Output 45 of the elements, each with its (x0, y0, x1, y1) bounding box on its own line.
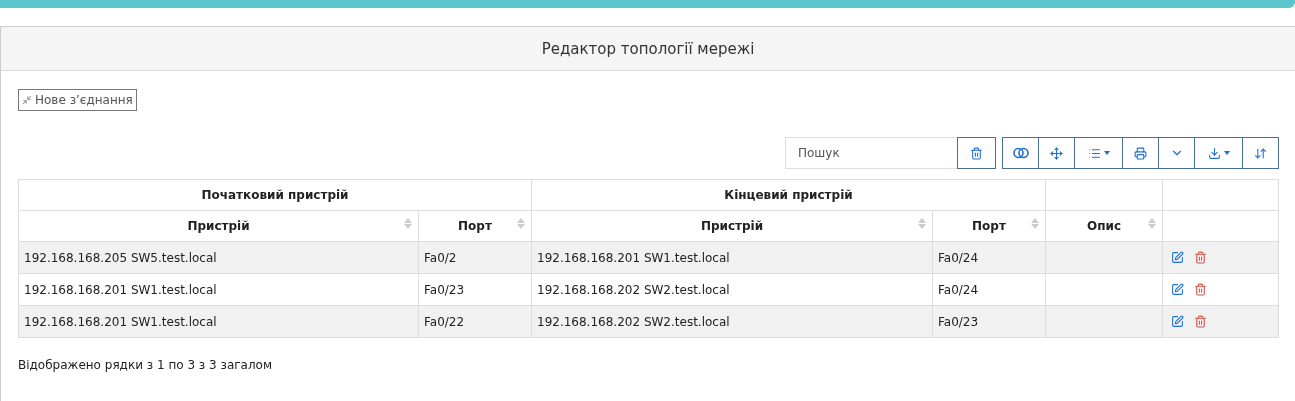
shrink-icon (22, 95, 32, 105)
edit-icon[interactable] (1171, 251, 1184, 264)
table-cell: Fa0/24 (932, 241, 1046, 274)
expand-button[interactable] (1158, 137, 1195, 169)
pagination-info: Відображено рядки з 1 по 3 з 3 загалом (18, 358, 273, 372)
table-cell: 192.168.168.202 SW2.test.local (531, 305, 933, 338)
print-button[interactable] (1122, 137, 1159, 169)
download-icon (1207, 146, 1221, 160)
new-link-button[interactable]: Нове з’єднання (18, 89, 137, 111)
circles-icon (1012, 147, 1029, 159)
toggle-button[interactable] (1002, 137, 1039, 169)
move-icon (1050, 146, 1063, 160)
edit-icon[interactable] (1171, 283, 1184, 296)
table-cell: 192.168.168.205 SW5.test.local (18, 241, 419, 274)
group-header: Початковий пристрій (18, 179, 532, 211)
delete-button[interactable] (957, 137, 996, 169)
move-button[interactable] (1038, 137, 1075, 169)
table-cell: Fa0/22 (418, 305, 532, 338)
column-header[interactable]: Пристрій (18, 210, 419, 242)
table-cell: Fa0/2 (418, 241, 532, 274)
delete-icon[interactable] (1194, 283, 1207, 296)
search-field[interactable]: Пошук (785, 137, 958, 169)
table-cell: Fa0/24 (932, 273, 1046, 306)
column-header[interactable]: Пристрій (531, 210, 933, 242)
export-button[interactable] (1194, 137, 1243, 169)
group-header: Кінцевий пристрій (531, 179, 1046, 211)
column-header[interactable]: Опис (1045, 210, 1163, 242)
table-cell: 192.168.168.201 SW1.test.local (18, 273, 419, 306)
printer-icon (1134, 146, 1147, 160)
columns-button[interactable] (1074, 137, 1123, 169)
table-cell: 192.168.168.201 SW1.test.local (531, 241, 933, 274)
delete-icon[interactable] (1194, 251, 1207, 264)
edit-icon[interactable] (1171, 315, 1184, 328)
column-header[interactable]: Порт (418, 210, 532, 242)
panel-title: Редактор топології мережі (1, 27, 1295, 71)
column-header[interactable]: Порт (932, 210, 1046, 242)
list-icon (1087, 146, 1101, 160)
delete-icon[interactable] (1194, 315, 1207, 328)
table-cell: Fa0/23 (418, 273, 532, 306)
table-cell: 192.168.168.201 SW1.test.local (18, 305, 419, 338)
sort-arrows-icon (1254, 146, 1267, 160)
table-cell: Fa0/23 (932, 305, 1046, 338)
trash-icon (970, 146, 983, 160)
sort-button[interactable] (1242, 137, 1279, 169)
table-cell: 192.168.168.202 SW2.test.local (531, 273, 933, 306)
